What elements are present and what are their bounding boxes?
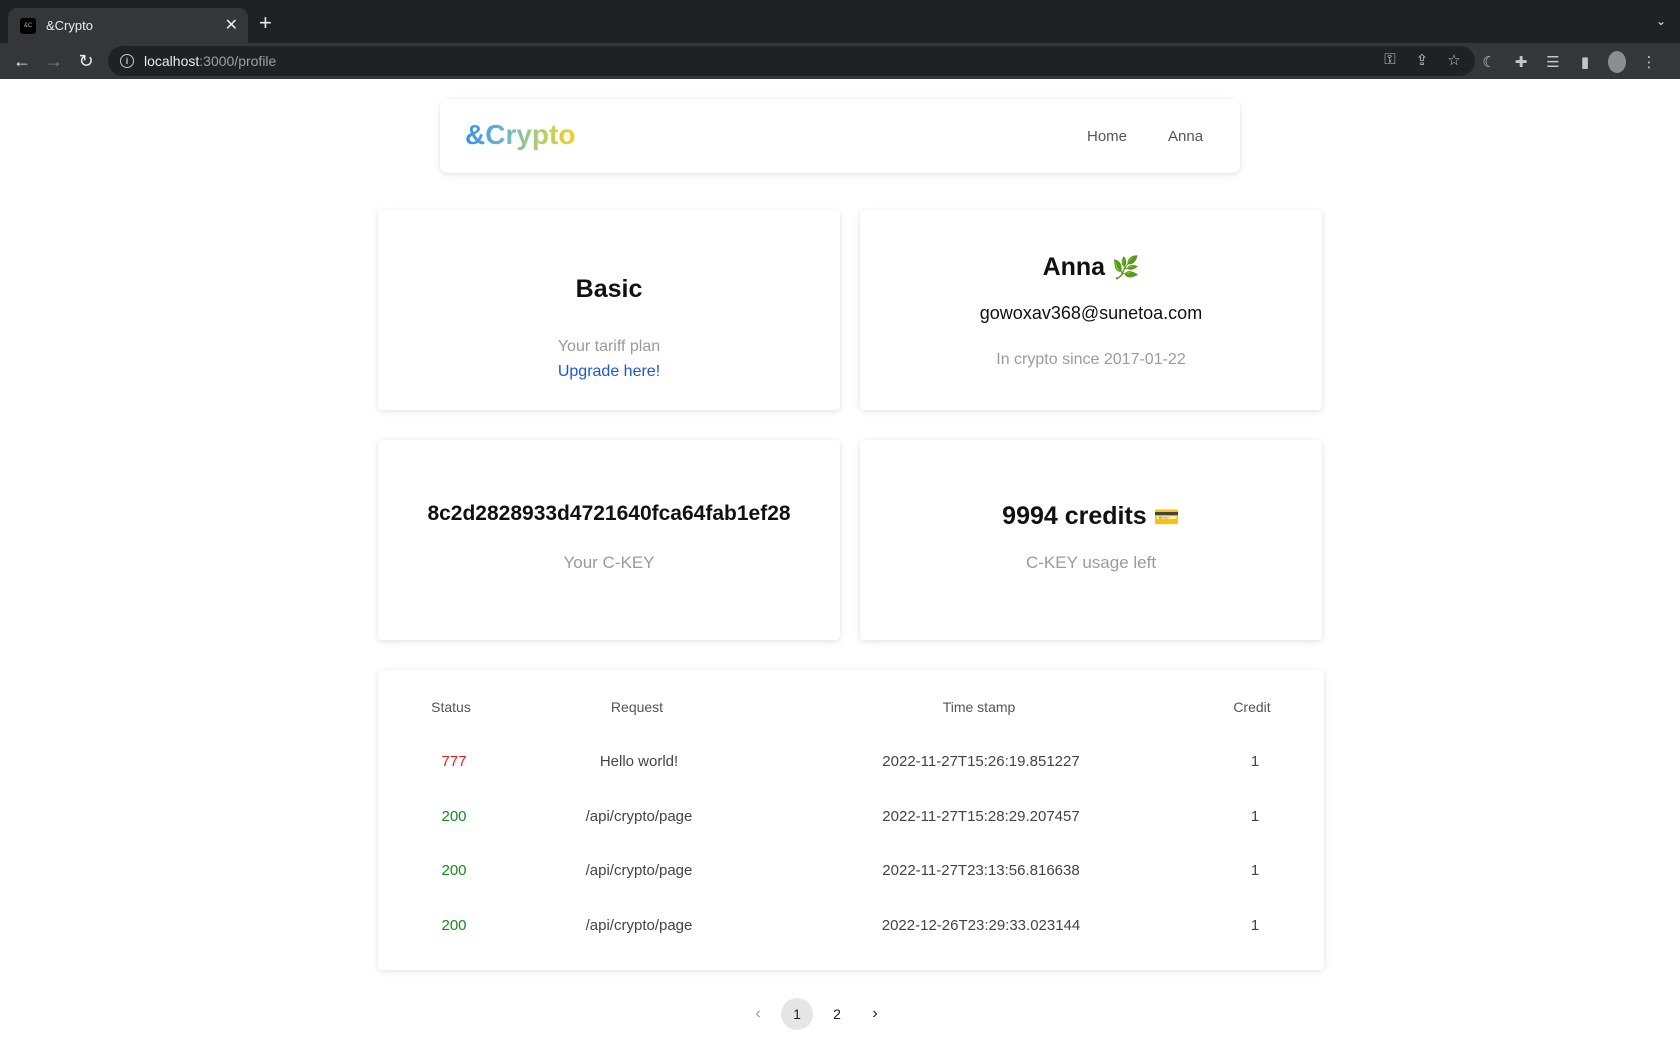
column-header-credit: Credit [1233, 699, 1271, 715]
row-request: /api/crypto/page [585, 808, 693, 825]
reload-icon[interactable]: ↻ [70, 45, 102, 77]
url-host: localhost [144, 53, 200, 69]
credits-card: 9994 credits 💳 C-KEY usage left [860, 440, 1322, 640]
row-request: /api/crypto/page [585, 917, 693, 934]
row-timestamp: 2022-11-27T15:26:19.851227 [882, 753, 1080, 770]
back-icon[interactable]: ← [6, 45, 38, 77]
tab-search-icon[interactable]: ⌄ [1656, 14, 1666, 28]
user-since: In crypto since 2017-01-22 [996, 351, 1186, 368]
row-status: 777 [441, 753, 467, 770]
leaf-icon: 🌿 [1112, 255, 1140, 280]
site-logo[interactable]: &Crypto [465, 119, 575, 151]
user-card: Anna 🌿 gowoxav368@sunetoa.com In crypto … [860, 210, 1322, 410]
row-timestamp: 2022-12-26T23:29:33.023144 [881, 917, 1081, 934]
plan-subtitle: Your tariff plan [557, 338, 661, 355]
row-credit: 1 [1250, 917, 1260, 934]
nav-home-link[interactable]: Home [1087, 128, 1127, 145]
column-header-timestamp: Time stamp [942, 699, 1016, 715]
row-timestamp: 2022-11-27T15:28:29.207457 [882, 808, 1080, 825]
prev-page-button[interactable]: ‹ [742, 998, 774, 1030]
row-status: 200 [441, 917, 467, 934]
row-request: Hello world! [599, 753, 679, 770]
row-timestamp: 2022-11-27T23:13:56.816638 [882, 862, 1080, 879]
page-button-2[interactable]: 2 [821, 998, 853, 1030]
bookmark-star-icon[interactable]: ☆ [1445, 51, 1463, 69]
url-path: :3000/profile [199, 53, 277, 69]
forward-icon[interactable]: → [38, 45, 70, 77]
site-header: &Crypto Home Anna [440, 99, 1240, 173]
c-key-value: 8c2d2828933d4721640fca64fab1ef28 [427, 502, 791, 525]
share-icon[interactable]: ⇪ [1413, 51, 1431, 69]
row-request: /api/crypto/page [585, 862, 693, 879]
side-panel-icon[interactable]: ▮ [1576, 53, 1594, 71]
row-status: 200 [441, 808, 467, 825]
usage-table: Status Request Time stamp Credit 777 Hel… [378, 670, 1324, 970]
tab-title: &Crypto [46, 18, 93, 33]
credits-row: 9994 credits 💳 [860, 502, 1322, 531]
row-credit: 1 [1250, 808, 1260, 825]
browser-tab[interactable]: &C &Crypto ✕ [8, 8, 248, 43]
column-header-request: Request [610, 699, 664, 715]
browser-tabstrip: &C &Crypto ✕ + ⌄ [0, 0, 1680, 43]
credits-value: 9994 credits [1002, 502, 1147, 530]
page-content: &Crypto Home Anna Basic Your tariff plan… [0, 79, 1680, 1050]
plan-title: Basic [575, 275, 643, 303]
nav-user-link[interactable]: Anna [1168, 128, 1203, 145]
row-status: 200 [441, 862, 467, 879]
next-page-button[interactable]: › [859, 998, 891, 1030]
user-name: Anna [1042, 253, 1106, 281]
row-credit: 1 [1250, 862, 1260, 879]
row-credit: 1 [1250, 753, 1260, 770]
dark-mode-icon[interactable]: ☾ [1480, 53, 1498, 71]
plan-card: Basic Your tariff plan Upgrade here! [378, 210, 840, 410]
site-info-icon[interactable]: i [120, 54, 134, 68]
reading-list-icon[interactable]: ☰ [1544, 53, 1562, 71]
address-bar[interactable]: i localhost :3000/profile ⚿ ⇪ ☆ [108, 46, 1475, 76]
credits-label: C-KEY usage left [1025, 553, 1157, 572]
c-key-label: Your C-KEY [563, 553, 655, 572]
column-header-status: Status [431, 699, 471, 715]
browser-toolbar: ← → ↻ i localhost :3000/profile ⚿ ⇪ ☆ ☾ … [0, 43, 1680, 79]
favicon-icon: &C [20, 17, 36, 34]
user-name-row: Anna 🌿 [860, 253, 1322, 282]
new-tab-icon[interactable]: + [259, 12, 272, 34]
extensions-icon[interactable]: ✚ [1512, 53, 1530, 71]
upgrade-link[interactable]: Upgrade here! [558, 363, 660, 380]
key-icon[interactable]: ⚿ [1381, 51, 1399, 69]
credit-card-icon: 💳 [1153, 506, 1180, 529]
profile-avatar-icon[interactable] [1608, 51, 1626, 73]
user-email: gowoxav368@sunetoa.com [979, 303, 1203, 323]
page-button-1[interactable]: 1 [781, 998, 813, 1030]
close-tab-icon[interactable]: ✕ [225, 17, 238, 34]
key-card: 8c2d2828933d4721640fca64fab1ef28 Your C-… [378, 440, 840, 640]
browser-menu-icon[interactable]: ⋮ [1640, 53, 1658, 71]
